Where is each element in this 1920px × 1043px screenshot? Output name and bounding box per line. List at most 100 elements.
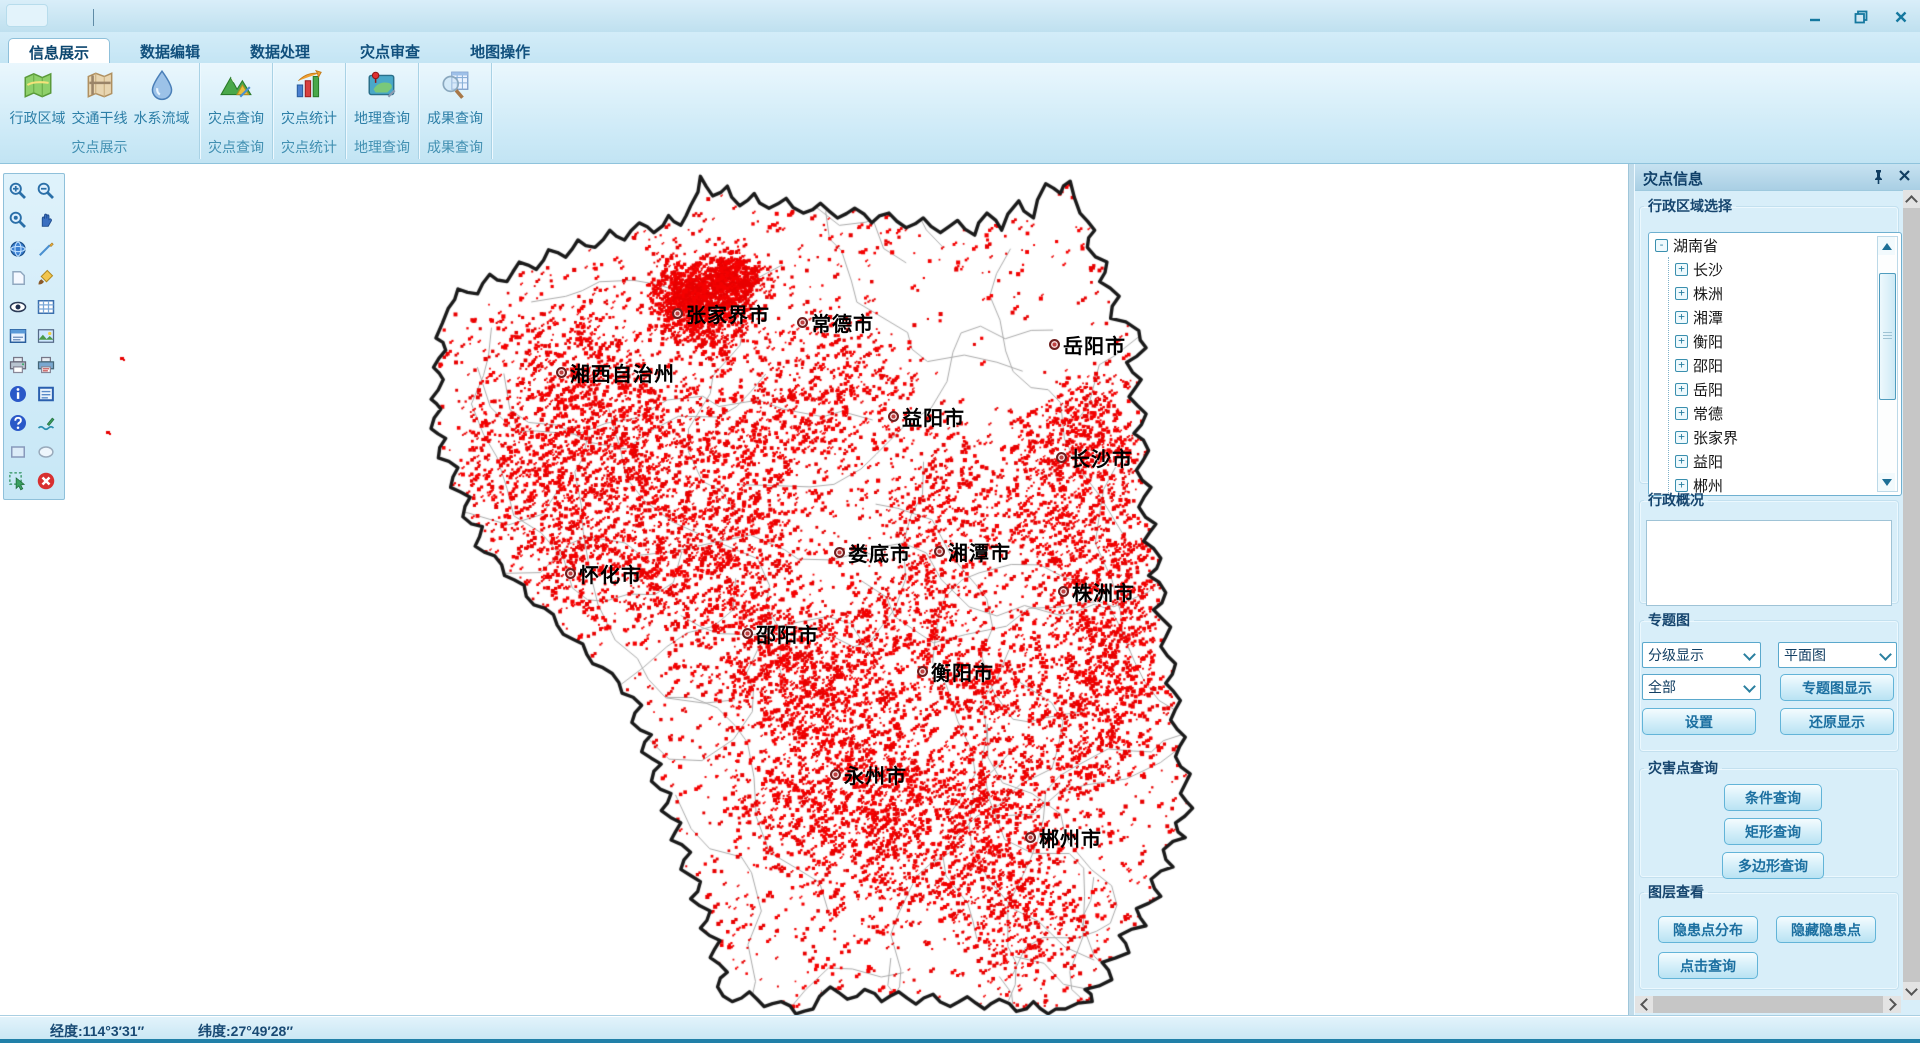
close-icon[interactable]: [1886, 8, 1916, 26]
chevron-down-icon: [1743, 648, 1756, 661]
map-canvas[interactable]: [0, 164, 1628, 1016]
quick-access-toolbar[interactable]: [6, 4, 48, 27]
交通干线-button[interactable]: 交通干线: [69, 66, 131, 128]
eye-icon[interactable]: [6, 295, 30, 319]
tree-node-常德[interactable]: +常德: [1669, 401, 1901, 425]
help-icon[interactable]: [6, 411, 30, 435]
click-query-button[interactable]: 点击查询: [1658, 952, 1758, 979]
expand-icon[interactable]: +: [1675, 455, 1688, 468]
thematic-show-button[interactable]: 专题图显示: [1780, 674, 1894, 701]
window-title-bar: [0, 0, 1920, 33]
panel-horizontal-scrollbar[interactable]: [1635, 996, 1901, 1013]
map-viewport[interactable]: 张家界市常德市岳阳市湘西自治州益阳市长沙市娄底市湘潭市株洲市怀化市邵阳市衡阳市永…: [0, 164, 1628, 1016]
ribbon-group-caption: 成果查询: [419, 137, 491, 157]
tree-node-益阳[interactable]: +益阳: [1669, 449, 1901, 473]
settings-button[interactable]: 设置: [1642, 708, 1756, 735]
tab-5[interactable]: 地图操作: [450, 38, 550, 65]
tree-scroll-thumb[interactable]: [1879, 273, 1896, 400]
printer-icon[interactable]: [6, 353, 30, 377]
灾点统计-button[interactable]: 灾点统计: [278, 66, 340, 128]
ribbon-group-3: 灾点统计灾点统计: [273, 63, 346, 159]
tree-node-root[interactable]: -湖南省: [1649, 233, 1901, 257]
tree-scrollbar[interactable]: [1877, 236, 1898, 492]
map-tools-toolbar: [3, 173, 65, 500]
zoom-out-icon[interactable]: [34, 179, 58, 203]
expand-icon[interactable]: +: [1675, 287, 1688, 300]
rect-select-icon[interactable]: [6, 440, 30, 464]
text-caret: [93, 9, 94, 26]
print-color-icon[interactable]: [34, 353, 58, 377]
灾点查询-button[interactable]: 灾点查询: [205, 66, 267, 128]
image-icon[interactable]: [34, 324, 58, 348]
pan-hand-icon[interactable]: [34, 208, 58, 232]
ribbon-button-label: 灾点统计: [278, 108, 340, 128]
hide-hazard-button[interactable]: 隐藏隐患点: [1776, 916, 1876, 943]
scroll-down-icon[interactable]: [1878, 473, 1895, 491]
scroll-up-icon[interactable]: [1903, 190, 1920, 208]
measure-pen-icon[interactable]: [34, 411, 58, 435]
scroll-right-icon[interactable]: [1883, 996, 1901, 1013]
collapse-icon[interactable]: -: [1655, 239, 1668, 252]
expand-icon[interactable]: +: [1675, 359, 1688, 372]
expand-icon[interactable]: +: [1675, 311, 1688, 324]
status-bar: 经度:114°3′31″ 纬度:27°49′28″: [0, 1016, 1920, 1040]
ribbon-group-caption: 灾点查询: [200, 137, 272, 157]
panel-window-icon[interactable]: [34, 382, 58, 406]
scroll-left-icon[interactable]: [1635, 996, 1653, 1013]
brush-icon[interactable]: [34, 266, 58, 290]
panel-vertical-scrollbar[interactable]: [1903, 190, 1920, 1000]
rectangle-query-button[interactable]: 矩形查询: [1724, 818, 1822, 845]
panel-title-bar: 灾点信息: [1635, 164, 1920, 191]
plane-map-select[interactable]: 平面图: [1778, 642, 1897, 668]
panel-close-icon[interactable]: [1898, 169, 1911, 187]
tree-node-长沙[interactable]: +长沙: [1669, 257, 1901, 281]
polygon-page-icon[interactable]: [6, 266, 30, 290]
地理查询-button[interactable]: 地理查询: [351, 66, 413, 128]
chevron-down-icon: [1743, 680, 1756, 693]
ribbon-button-label: 水系流域: [131, 108, 193, 128]
expand-icon[interactable]: +: [1675, 407, 1688, 420]
ellipse-select-icon[interactable]: [34, 440, 58, 464]
restore-icon[interactable]: [1846, 8, 1876, 26]
tab-1[interactable]: 信息展示: [8, 38, 110, 66]
expand-icon[interactable]: +: [1675, 383, 1688, 396]
thematic-label: 专题图: [1644, 610, 1694, 630]
all-select[interactable]: 全部: [1642, 674, 1761, 700]
hazard-distribution-button[interactable]: 隐患点分布: [1658, 916, 1758, 943]
info-icon[interactable]: [6, 382, 30, 406]
scroll-down-icon[interactable]: [1903, 982, 1920, 1000]
tree-node-湘潭[interactable]: +湘潭: [1669, 305, 1901, 329]
table-grid-icon[interactable]: [34, 295, 58, 319]
expand-icon[interactable]: +: [1675, 431, 1688, 444]
expand-icon[interactable]: +: [1675, 335, 1688, 348]
行政区域-button[interactable]: 行政区域: [7, 66, 69, 128]
tree-node-岳阳[interactable]: +岳阳: [1669, 377, 1901, 401]
delete-x-icon[interactable]: [34, 469, 58, 493]
legend-window-icon[interactable]: [6, 324, 30, 348]
pointer-select-icon[interactable]: [6, 469, 30, 493]
grade-display-select[interactable]: 分级显示: [1642, 642, 1761, 668]
overview-textarea[interactable]: [1646, 520, 1892, 606]
tab-3[interactable]: 数据处理: [230, 38, 330, 65]
tab-2[interactable]: 数据编辑: [120, 38, 220, 65]
scroll-up-icon[interactable]: [1878, 237, 1895, 255]
expand-icon[interactable]: +: [1675, 263, 1688, 276]
minimize-icon[interactable]: [1800, 8, 1830, 26]
polygon-query-button[interactable]: 多边形查询: [1722, 852, 1824, 879]
tree-node-衡阳[interactable]: +衡阳: [1669, 329, 1901, 353]
layer-view-label: 图层查看: [1644, 882, 1708, 902]
globe-icon[interactable]: [6, 237, 30, 261]
水系流域-button[interactable]: 水系流域: [131, 66, 193, 128]
tab-4[interactable]: 灾点审查: [340, 38, 440, 65]
tree-node-邵阳[interactable]: +邵阳: [1669, 353, 1901, 377]
draw-line-icon[interactable]: [34, 237, 58, 261]
restore-display-button[interactable]: 还原显示: [1780, 708, 1894, 735]
zoom-extent-icon[interactable]: [6, 208, 30, 232]
zoom-in-icon[interactable]: [6, 179, 30, 203]
disaster-query-group: 灾害点查询 条件查询 矩形查询 多边形查询: [1639, 758, 1899, 878]
condition-query-button[interactable]: 条件查询: [1724, 784, 1822, 811]
tree-node-张家界[interactable]: +张家界: [1669, 425, 1901, 449]
成果查询-button[interactable]: 成果查询: [424, 66, 486, 128]
tree-node-株洲[interactable]: +株洲: [1669, 281, 1901, 305]
pin-icon[interactable]: [1872, 169, 1885, 189]
